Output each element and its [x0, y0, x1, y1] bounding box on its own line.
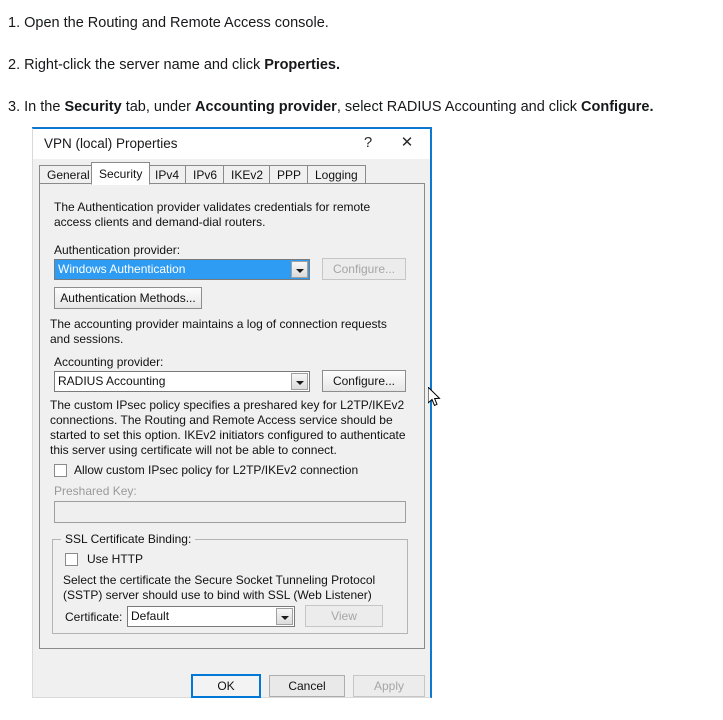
ssl-certificate-binding-group: SSL Certificate Binding: Use HTTP Select… [52, 532, 408, 634]
accounting-provider-value: RADIUS Accounting [58, 374, 166, 388]
footer-separator [39, 652, 425, 653]
vpn-properties-dialog: VPN (local) Properties ? ✕ General Secur… [32, 128, 431, 698]
auth-provider-label: Authentication provider: [54, 243, 181, 257]
security-tab-page: The Authentication provider validates cr… [39, 183, 425, 649]
tab-security[interactable]: Security [91, 162, 151, 185]
ssl-certificate-binding-title: SSL Certificate Binding: [61, 532, 196, 546]
instruction-step-3-emphasis-accounting: Accounting provider [195, 99, 337, 115]
ipsec-policy-description: The custom IPsec policy specifies a pres… [50, 398, 406, 457]
preshared-key-input[interactable] [54, 501, 406, 523]
cancel-button[interactable]: Cancel [269, 675, 345, 697]
tab-ikev2[interactable]: IKEv2 [223, 165, 272, 184]
allow-custom-ipsec-checkbox[interactable] [54, 464, 67, 477]
instruction-step-1: 1. Open the Routing and Remote Access co… [8, 14, 715, 32]
certificate-label: Certificate: [65, 610, 123, 624]
dialog-titlebar[interactable]: VPN (local) Properties ? ✕ [33, 129, 430, 159]
use-http-checkbox[interactable] [65, 553, 78, 566]
chevron-down-icon[interactable] [291, 373, 308, 390]
accounting-configure-button[interactable]: Configure... [322, 370, 406, 392]
instruction-step-3-emphasis-security: Security [64, 99, 122, 115]
dialog-title: VPN (local) Properties [44, 136, 178, 151]
instruction-list: 1. Open the Routing and Remote Access co… [0, 0, 723, 140]
close-icon[interactable]: ✕ [390, 129, 424, 157]
help-button[interactable]: ? [351, 129, 385, 157]
tab-general[interactable]: General [39, 165, 98, 184]
apply-button[interactable]: Apply [353, 675, 425, 697]
chevron-down-icon[interactable] [276, 608, 293, 625]
instruction-step-2-emphasis: Properties. [264, 57, 341, 73]
allow-custom-ipsec-label: Allow custom IPsec policy for L2TP/IKEv2… [74, 463, 359, 477]
preshared-key-label: Preshared Key: [54, 484, 137, 498]
accounting-provider-label: Accounting provider: [54, 355, 164, 369]
instruction-step-3-emphasis-configure: Configure. [581, 99, 654, 115]
tab-ipv4[interactable]: IPv4 [147, 165, 188, 184]
tab-logging[interactable]: Logging [307, 165, 366, 184]
auth-configure-button[interactable]: Configure... [322, 258, 406, 280]
authentication-methods-button[interactable]: Authentication Methods... [54, 287, 202, 309]
auth-provider-combobox[interactable]: Windows Authentication [54, 259, 310, 280]
tab-ipv6[interactable]: IPv6 [185, 165, 226, 184]
accounting-provider-combobox[interactable]: RADIUS Accounting [54, 371, 310, 392]
certificate-value: Default [131, 609, 170, 623]
ok-button[interactable]: OK [191, 674, 261, 698]
accounting-provider-description: The accounting provider maintains a log … [50, 317, 387, 346]
tab-ppp[interactable]: PPP [269, 165, 310, 184]
view-certificate-button[interactable]: View [305, 605, 383, 627]
instruction-step-2-prefix: 2. Right-click the server name and click [8, 57, 265, 73]
instruction-step-3-part-2: tab, under [121, 99, 196, 115]
ssl-description: Select the certificate the Secure Socket… [63, 573, 376, 602]
certificate-combobox[interactable]: Default [127, 606, 295, 627]
instruction-step-3-part-3: , select RADIUS Accounting and click [336, 99, 582, 115]
use-http-label: Use HTTP [87, 552, 144, 566]
auth-provider-description: The Authentication provider validates cr… [54, 200, 371, 229]
instruction-step-1-text: 1. Open the Routing and Remote Access co… [8, 15, 329, 31]
auth-provider-value: Windows Authentication [58, 262, 186, 276]
instruction-step-2: 2. Right-click the server name and click… [8, 56, 715, 74]
chevron-down-icon[interactable] [291, 261, 308, 278]
instruction-step-3: 3. In the Security tab, under Accounting… [8, 98, 715, 116]
instruction-step-3-part-1: 3. In the [8, 99, 65, 115]
tab-strip: General Security IPv4 IPv6 IKEv2 PPP Log… [39, 162, 425, 185]
